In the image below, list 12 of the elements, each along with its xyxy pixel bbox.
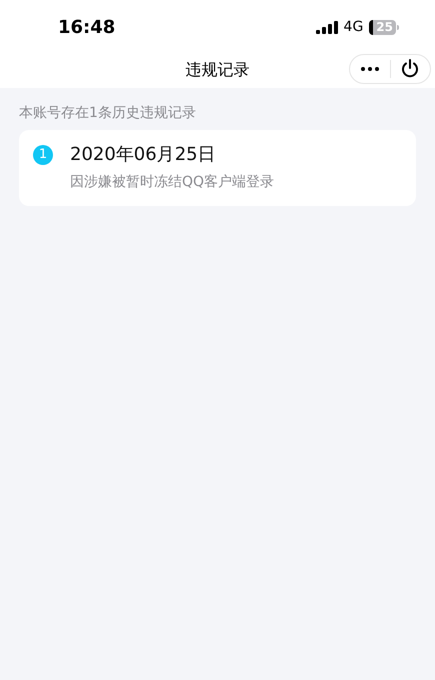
battery-icon: 25	[369, 20, 396, 34]
more-icon[interactable]	[360, 67, 379, 71]
nav-title: 违规记录	[186, 59, 250, 81]
record-reason: 因涉嫌被暂时冻结QQ客户端登录	[70, 173, 274, 192]
status-time: 16:48	[58, 16, 116, 40]
summary-text: 本账号存在1条历史违规记录	[19, 104, 197, 123]
record-date: 2020年06月25日	[70, 143, 217, 167]
index-badge: 1	[33, 145, 53, 165]
power-icon[interactable]	[401, 59, 420, 79]
capsule-button[interactable]	[349, 54, 431, 84]
signal-icon	[316, 20, 338, 34]
network-label: 4G	[344, 18, 364, 36]
